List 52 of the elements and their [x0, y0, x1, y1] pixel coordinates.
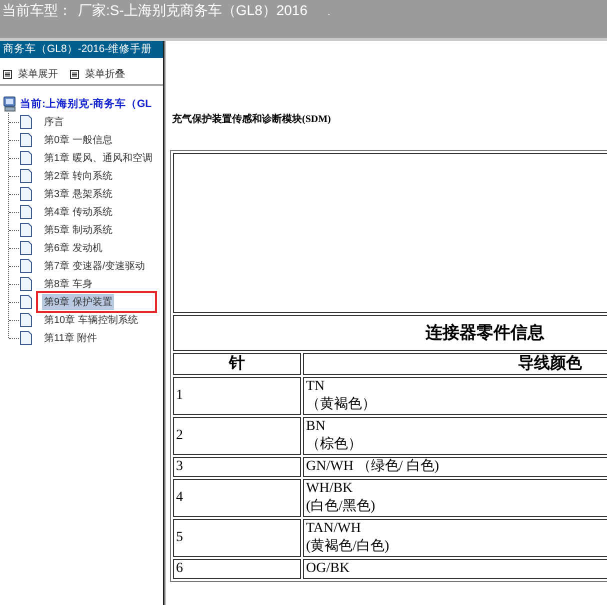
manual-title: 商务车（GL8）-2016-维修手册	[0, 41, 163, 58]
vehicle-name: 厂家:S-上海别克商务车（GL8）2016	[78, 2, 308, 20]
document-icon	[19, 132, 33, 148]
document-icon	[19, 312, 33, 328]
document-icon	[19, 204, 33, 220]
document-heading: 充气保护装置传感和诊断模块(SDM)	[172, 112, 332, 126]
document-icon	[19, 186, 33, 202]
document-icon	[19, 168, 33, 184]
computer-icon	[3, 96, 17, 112]
table-cell: BN （棕色）	[303, 417, 607, 455]
tree-item[interactable]: 第7章 变速器/变速驱动	[42, 258, 148, 274]
tree-item[interactable]: 第2章 转向系统	[42, 168, 114, 184]
trailing-mark: .	[328, 7, 330, 18]
table-cell: 4	[173, 479, 301, 517]
menu-action[interactable]: 菜单折叠	[85, 67, 125, 81]
column-header: 导线颜色	[303, 353, 607, 375]
tree-item[interactable]: 第1章 暖风、通风和空调	[42, 150, 154, 166]
tree-item[interactable]: 第6章 发动机	[42, 240, 104, 256]
tree-item[interactable]: 第5章 制动系统	[42, 222, 114, 238]
column-header: 针	[173, 353, 301, 375]
tree-root[interactable]: 当前:上海别克-商务车（GL	[20, 97, 152, 111]
tree-item[interactable]: 序言	[42, 114, 66, 130]
table-cell: 6	[173, 559, 301, 579]
table-title: 连接器零件信息	[173, 315, 607, 351]
tree-item[interactable]: 第8章 车身	[42, 276, 94, 292]
tree-item[interactable]: 第9章 保护装置	[42, 294, 114, 310]
table-cell: 5	[173, 519, 301, 557]
tree-item[interactable]: 第3章 悬架系统	[42, 186, 114, 202]
document-icon	[19, 330, 33, 346]
list-icon	[3, 70, 12, 78]
document-icon	[19, 276, 33, 292]
vehicle-label: 当前车型：	[2, 2, 72, 20]
list-icon	[70, 70, 79, 78]
table-cell: TN （黄褐色）	[303, 377, 607, 415]
tree-item[interactable]: 第0章 一般信息	[42, 132, 114, 148]
menu-action[interactable]: 菜单展开	[18, 67, 58, 81]
document-icon	[19, 258, 33, 274]
tree-item[interactable]: 第11章 附件	[42, 330, 100, 346]
table-cell: 3	[173, 457, 301, 477]
table-cell: TAN/WH (黄褐色/白色)	[303, 519, 607, 557]
tree-item[interactable]: 第4章 传动系统	[42, 204, 114, 220]
tree-item[interactable]: 第10章 车辆控制系统	[42, 312, 140, 328]
table-cell: 1	[173, 377, 301, 415]
document-icon	[19, 240, 33, 256]
table-cell: OG/BK	[303, 559, 607, 579]
table-cell: 2	[173, 417, 301, 455]
table-cell: WH/BK (白色/黑色)	[303, 479, 607, 517]
document-icon	[19, 114, 33, 130]
document-icon	[19, 222, 33, 238]
table-cell: GN/WH （绿色/ 白色)	[303, 457, 607, 477]
document-icon	[19, 294, 33, 310]
document-icon	[19, 150, 33, 166]
